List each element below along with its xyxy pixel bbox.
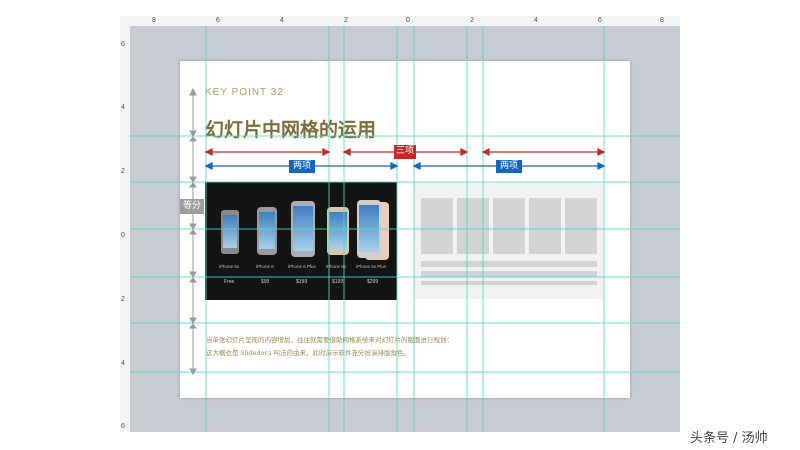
equal-split-label: 等分 — [180, 199, 204, 214]
grid-guides-overlay — [130, 26, 680, 432]
two-columns-label-right: 两项 — [496, 160, 522, 173]
row-dimension-arrows — [189, 87, 197, 375]
two-column-arrows — [204, 161, 606, 171]
horizontal-guides — [130, 135, 680, 373]
watermark: 头条号 / 汤帅 — [690, 431, 768, 446]
two-columns-label-left: 两项 — [289, 160, 315, 173]
three-columns-label: 三项 — [394, 145, 416, 159]
